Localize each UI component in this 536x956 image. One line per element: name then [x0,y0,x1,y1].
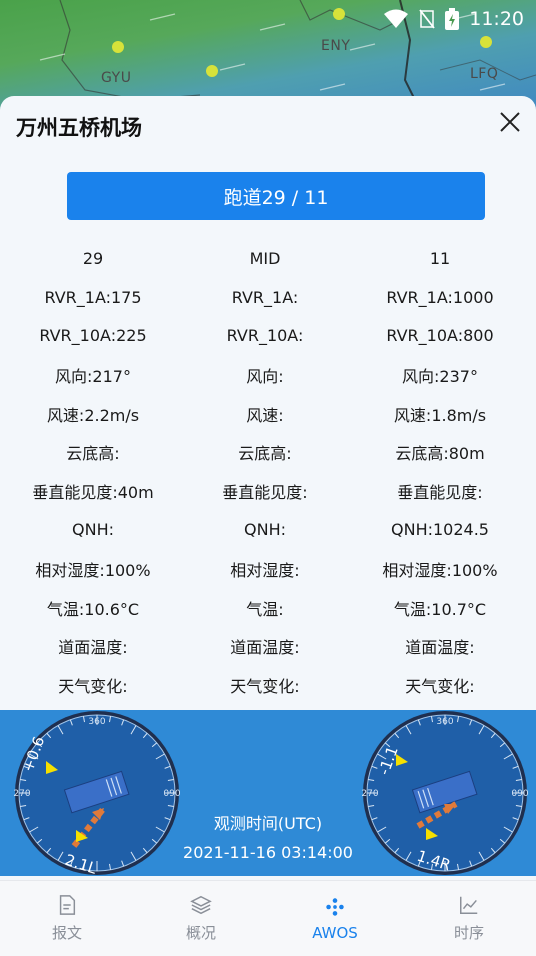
table-cell: 风向:237° [402,366,478,386]
table-cell: 垂直能见度: [397,483,483,503]
map-station-dot[interactable] [206,65,218,77]
nav-item-awos[interactable]: AWOS [268,881,402,956]
table-cell: 垂直能见度: [222,483,308,503]
table-header-row: 29 MID 11 [0,239,536,278]
table-cell: 天气变化: [58,677,128,697]
nav-label: 概况 [185,924,216,942]
table-cell: 垂直能见度:40m [32,483,154,503]
gauge-tick-360: 360 [88,717,105,727]
runway-selector-button[interactable]: 跑道29 / 11 [67,172,485,220]
status-bar: 11:20 [383,6,524,32]
table-cell: RVR_1A: [231,287,299,307]
table-cell: 风速:1.8m/s [393,405,487,425]
table-cell: RVR_10A:225 [39,326,147,346]
gauge-tick-360: 360 [436,717,453,727]
table-cell: 云底高: [238,444,292,464]
nav-item-report[interactable]: 报文 [0,881,134,956]
table-cell: 风速:2.2m/s [46,405,140,425]
nav-item-overview[interactable]: 概况 [134,881,268,956]
table-cell: 相对湿度: [230,560,300,580]
table-cell: 道面温度: [58,638,128,658]
table-cell: 相对湿度:100% [35,560,151,580]
trend-icon [460,896,478,914]
wind-gauge-panel: 360 270 090 +0.6 2.1L 观测时间(UTC) 2021-11-… [0,710,536,876]
gauge-tick-090: 090 [163,789,180,799]
airport-detail-sheet: 万州五桥机场 跑道29 / 11 29 MID 11 RVR_1A:175 RVR… [0,96,536,956]
table-cell: 相对湿度:100% [382,560,498,580]
nav-label: 时序 [453,924,484,942]
column-header-11: 11 [429,248,451,268]
gauge-tick-270: 270 [361,789,378,799]
table-row: RVR_1A:175 RVR_1A: RVR_1A:1000 [0,278,536,317]
table-cell: 天气变化: [405,677,475,697]
table-row: 气温:10.6°C 气温: 气温:10.7°C [0,588,536,627]
table-cell: QNH: [244,520,286,540]
sheet-header: 万州五桥机场 [0,96,536,154]
document-icon [59,895,76,915]
table-cell: QNH: [72,520,114,540]
map-station-dot[interactable] [112,41,124,53]
table-row: QNH: QNH: QNH:1024.5 [0,511,536,550]
gauge-tick-090: 090 [511,789,528,799]
column-header-29: 29 [82,248,104,268]
table-cell: 风速: [246,405,284,425]
table-row: 云底高: 云底高: 云底高:80m [0,433,536,472]
battery-icon [445,8,460,30]
status-time: 11:20 [469,8,524,30]
nav-label: AWOS [312,923,358,942]
table-cell: 气温:10.7°C [393,599,487,619]
nav-label: 报文 [51,924,82,942]
wifi-icon [384,9,409,28]
table-row: 风速:2.2m/s 风速: 风速:1.8m/s [0,394,536,433]
layers-icon [190,895,212,915]
table-cell: RVR_1A:1000 [386,287,494,307]
table-row: 垂直能见度:40m 垂直能见度: 垂直能见度: [0,472,536,511]
map-label-gyu: GYU [101,70,132,86]
column-header-mid: MID [249,248,281,268]
table-row: 相对湿度:100% 相对湿度: 相对湿度:100% [0,549,536,588]
table-cell: 道面温度: [405,638,475,658]
map-label-eny: ENY [321,38,351,54]
dots-icon [326,897,344,916]
awos-data-table: 29 MID 11 RVR_1A:175 RVR_1A: RVR_1A:1000 RV… [0,239,536,705]
table-cell: 云底高:80m [395,444,485,464]
table-cell: RVR_10A:800 [386,326,494,346]
signal-icon [419,9,435,29]
table-cell: 气温:10.6°C [46,599,140,619]
map-station-dot[interactable] [333,8,345,20]
close-icon[interactable] [498,110,522,134]
wind-gauge-runway-11: 360 270 090 -1.1 1.4R [361,711,529,875]
table-cell: 天气变化: [230,677,300,697]
table-cell: 云底高: [66,444,120,464]
table-cell: 风向: [246,366,284,386]
airport-title: 万州五桥机场 [16,116,142,140]
nav-item-timeseries[interactable]: 时序 [402,881,536,956]
table-cell: 气温: [246,599,284,619]
map-station-dot[interactable] [480,36,492,48]
table-cell: RVR_1A:175 [44,287,142,307]
table-cell: 道面温度: [230,638,300,658]
table-cell: RVR_10A: [226,326,304,346]
table-row: 道面温度: 道面温度: 道面温度: [0,627,536,666]
table-row: 天气变化: 天气变化: 天气变化: [0,666,536,705]
table-row: RVR_10A:225 RVR_10A: RVR_10A:800 [0,317,536,356]
table-cell: 风向:217° [55,366,131,386]
table-cell: QNH:1024.5 [391,520,489,540]
table-row: 风向:217° 风向: 风向:237° [0,355,536,394]
map-label-lfq: LFQ [470,66,499,82]
bottom-navigation: 报文 概况 AWOS 时序 [0,880,536,956]
gauge-tick-270: 270 [13,789,30,799]
